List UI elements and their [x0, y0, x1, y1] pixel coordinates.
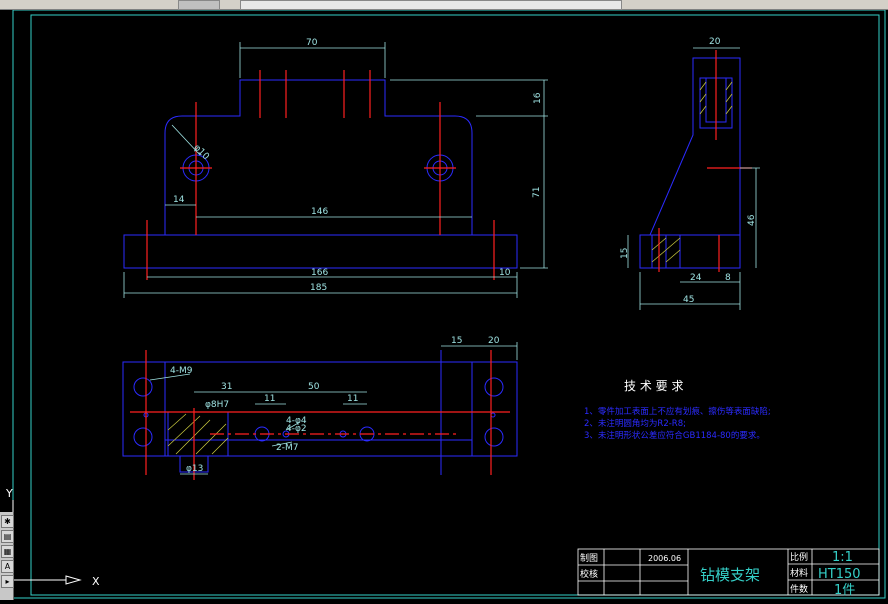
dim-15-side: 15 [620, 248, 630, 259]
quantity: 1件 [834, 583, 855, 598]
qty-label: 件数 [790, 583, 808, 595]
requirement-3: 3、未注明形状公差应符合GB1184-80的要求。 [584, 430, 765, 441]
requirements-title: 技 术 要 求 [624, 379, 683, 393]
dim-phi13: φ13 [186, 464, 203, 474]
title-block-text: 制图 校核 2006.06 钻模支架 比例 1:1 材料 HT150 件数 1件 [580, 550, 861, 598]
dim-14: 14 [173, 195, 185, 205]
dim-phi10: φ10 [191, 143, 211, 163]
requirement-2: 2、未注明圆角均为R2-R8; [584, 418, 686, 429]
side-view [639, 57, 741, 269]
toolbar-buttons-left[interactable] [178, 0, 220, 10]
drawing-canvas[interactable]: 70 185 166 146 14 10 16 71 φ10 20 46 15 … [0, 9, 888, 600]
dim-10: 10 [499, 268, 511, 278]
dim-24: 24 [690, 273, 702, 283]
scale: 1:1 [832, 550, 853, 565]
dim-4phi2: 4-φ2 [286, 424, 307, 434]
tool-layer-icon[interactable]: ▤ [1, 530, 14, 543]
dim-16: 16 [533, 92, 543, 104]
front-dimension-text: 70 185 166 146 14 10 16 71 φ10 [173, 38, 543, 293]
dim-2m7: 2-M7 [276, 443, 298, 453]
dim-166: 166 [311, 268, 328, 278]
inner-frame [30, 14, 880, 596]
dim-50: 50 [308, 382, 320, 392]
technical-requirements: 技 术 要 求 1、零件加工表面上不应有划痕、擦伤等表面缺陷; 2、未注明圆角均… [584, 379, 771, 441]
dim-4m9: 4-M9 [170, 366, 193, 376]
dim-146: 146 [311, 207, 328, 217]
requirement-1: 1、零件加工表面上不应有划痕、擦伤等表面缺陷; [584, 406, 771, 417]
dim-8: 8 [725, 273, 731, 283]
dim-71: 71 [532, 187, 542, 198]
top-dimension-text: 31 50 11 11 15 20 4-M9 φ8H7 4-φ4 4-φ2 2-… [170, 336, 500, 474]
tool-text-icon[interactable]: A [1, 560, 14, 573]
part-name: 钻模支架 [700, 566, 760, 584]
ucs-x-label: X [92, 575, 100, 588]
front-view [123, 79, 518, 269]
dim-11a: 11 [264, 394, 275, 404]
toolbar-buttons-right[interactable] [240, 0, 622, 10]
tool-arrow-icon[interactable]: ▸ [1, 575, 14, 588]
dim-46: 46 [747, 214, 757, 226]
drawn-label: 制图 [580, 552, 598, 564]
toolbar [0, 0, 888, 10]
dim-70: 70 [306, 38, 318, 48]
scale-label: 比例 [790, 551, 808, 563]
dim-phi8h7: φ8H7 [205, 400, 229, 410]
dim-11b: 11 [347, 394, 358, 404]
dim-20-top: 20 [488, 336, 500, 346]
dim-20-side: 20 [709, 37, 721, 47]
date: 2006.06 [648, 554, 681, 563]
material: HT150 [818, 567, 861, 582]
dim-15-top: 15 [451, 336, 462, 346]
left-toolbar[interactable]: ✱ ▤ ▦ A ▸ [0, 512, 14, 600]
ucs-icon: Y X [5, 487, 100, 588]
check-label: 校核 [580, 568, 598, 580]
dim-31: 31 [221, 382, 232, 392]
outer-frame [12, 9, 886, 599]
dim-45: 45 [683, 295, 694, 305]
side-dimension-text: 20 46 15 24 8 45 [620, 37, 757, 305]
tool-block-icon[interactable]: ▦ [1, 545, 14, 558]
tool-asterisk-icon[interactable]: ✱ [1, 515, 14, 528]
ucs-y-label: Y [5, 487, 13, 500]
material-label: 材料 [790, 567, 808, 579]
dim-185: 185 [310, 283, 327, 293]
